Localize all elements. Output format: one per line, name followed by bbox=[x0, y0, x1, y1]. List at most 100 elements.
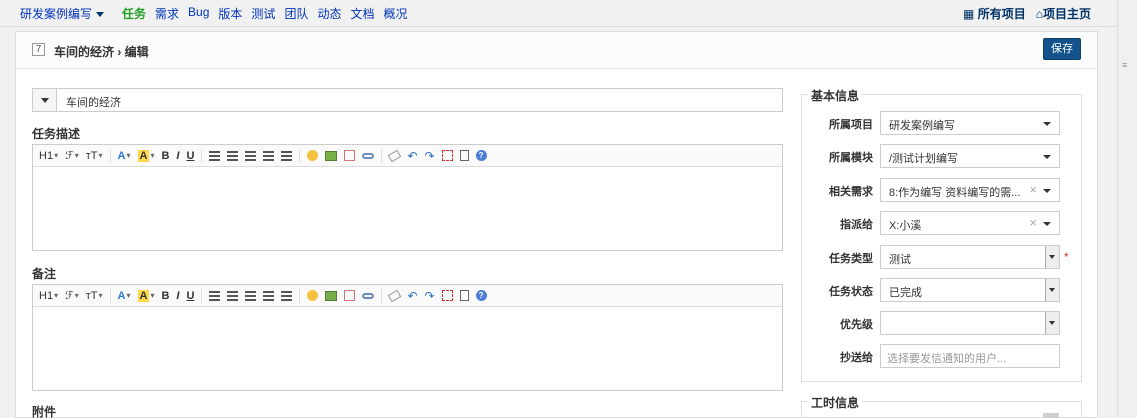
link-button[interactable] bbox=[362, 288, 375, 304]
underline-button[interactable]: U bbox=[186, 148, 194, 164]
font-color-button[interactable]: A ▾ bbox=[118, 288, 131, 304]
unordered-list-button[interactable] bbox=[281, 148, 293, 164]
ordered-list-button[interactable] bbox=[263, 288, 275, 304]
chevron-down-icon: ▾ bbox=[126, 291, 131, 300]
help-button[interactable]: ? bbox=[475, 148, 487, 164]
undo-button[interactable]: ↶ bbox=[407, 148, 417, 164]
assignee-select[interactable]: X:小溪 × bbox=[880, 211, 1060, 235]
redo-button[interactable]: ↷ bbox=[425, 148, 435, 164]
help-button[interactable]: ? bbox=[475, 288, 487, 304]
code-button[interactable] bbox=[344, 148, 356, 164]
nav-item-task[interactable]: 任务 bbox=[122, 5, 146, 22]
underline-button[interactable]: U bbox=[186, 288, 194, 304]
desc-editor[interactable]: H1 ▾ ℱ ▾ тT ▾ A ▾ A ▾ B I U ↶ ↷ ? bbox=[32, 144, 783, 251]
mailto-row: 抄送给 选择要发信通知的用户... bbox=[802, 344, 1083, 368]
scroll-grip-icon[interactable]: ≡ bbox=[1122, 60, 1132, 70]
clear-format-button[interactable] bbox=[388, 288, 402, 304]
align-right-button[interactable] bbox=[245, 148, 257, 164]
horizontal-scroll-thumb[interactable] bbox=[1043, 413, 1059, 418]
chevron-down-icon bbox=[1049, 321, 1055, 325]
align-left-button[interactable] bbox=[209, 148, 221, 164]
align-right-icon bbox=[245, 150, 257, 161]
clear-icon[interactable]: × bbox=[1029, 182, 1037, 197]
nav-item-test[interactable]: 测试 bbox=[251, 5, 275, 22]
clear-format-button[interactable] bbox=[388, 148, 402, 164]
status-select[interactable]: 已完成 bbox=[880, 278, 1060, 302]
nav-item-dynamic[interactable]: 动态 bbox=[317, 5, 341, 22]
align-left-button[interactable] bbox=[209, 288, 221, 304]
link-button[interactable] bbox=[362, 148, 375, 164]
font-color-button[interactable]: A ▾ bbox=[118, 148, 131, 164]
note-editor-body[interactable] bbox=[33, 307, 782, 390]
project-switcher[interactable]: 研发案例编写 bbox=[20, 5, 113, 22]
save-button[interactable]: 保存 bbox=[1043, 38, 1081, 60]
nav-item-doc[interactable]: 文档 bbox=[350, 5, 374, 22]
undo-button[interactable]: ↶ bbox=[407, 288, 417, 304]
select-arrow[interactable] bbox=[1045, 246, 1059, 268]
select-arrow[interactable] bbox=[1045, 312, 1059, 334]
chevron-down-icon bbox=[96, 12, 105, 18]
fullscreen-button[interactable] bbox=[441, 288, 453, 304]
font-family-button[interactable]: ℱ ▾ bbox=[65, 288, 79, 304]
vertical-scrollbar[interactable]: ≡ bbox=[1117, 0, 1137, 418]
font-family-button[interactable]: ℱ ▾ bbox=[65, 148, 79, 164]
font-size-button[interactable]: тT ▾ bbox=[86, 148, 103, 164]
italic-button[interactable]: I bbox=[176, 288, 179, 304]
color-dropdown-button[interactable] bbox=[33, 89, 57, 111]
italic-button[interactable]: I bbox=[176, 148, 179, 164]
template-button[interactable] bbox=[459, 288, 469, 304]
mailto-input[interactable]: 选择要发信通知的用户... bbox=[880, 344, 1060, 368]
nav-item-team[interactable]: 团队 bbox=[284, 5, 308, 22]
fullscreen-icon bbox=[441, 290, 453, 301]
project-home-link[interactable]: ⌂项目主页 bbox=[1036, 5, 1091, 22]
template-button[interactable] bbox=[459, 148, 469, 164]
emoticon-button[interactable] bbox=[307, 288, 319, 304]
fullscreen-button[interactable] bbox=[441, 148, 453, 164]
type-select[interactable]: 测试 bbox=[880, 245, 1060, 269]
type-row: 任务类型 测试 * bbox=[802, 245, 1083, 269]
align-center-button[interactable] bbox=[227, 288, 239, 304]
story-select[interactable]: 8:作为编写 资料编写的需... × bbox=[880, 178, 1060, 202]
nav-item-bug[interactable]: Bug bbox=[188, 5, 209, 22]
toolbar-divider bbox=[381, 288, 383, 303]
task-name-field[interactable]: 车间的经济 bbox=[32, 88, 783, 112]
note-editor[interactable]: H1 ▾ ℱ ▾ тT ▾ A ▾ A ▾ B I U ↶ ↷ ? bbox=[32, 284, 783, 391]
heading-button[interactable]: H1 ▾ bbox=[39, 288, 58, 304]
bold-button[interactable]: B bbox=[161, 148, 169, 164]
image-icon bbox=[325, 150, 338, 161]
image-button[interactable] bbox=[325, 288, 338, 304]
chevron-down-icon: ▾ bbox=[150, 291, 155, 300]
clear-icon[interactable]: × bbox=[1029, 215, 1037, 230]
priority-row: 优先级 bbox=[802, 311, 1083, 335]
assignee-row: 指派给 X:小溪 × bbox=[802, 211, 1083, 235]
heading-button[interactable]: H1 ▾ bbox=[39, 148, 58, 164]
bg-color-button[interactable]: A ▾ bbox=[137, 148, 154, 164]
select-arrow[interactable] bbox=[1045, 279, 1059, 301]
nav-item-build[interactable]: 版本 bbox=[218, 5, 242, 22]
all-projects-link[interactable]: ▦ 所有项目 bbox=[963, 5, 1026, 22]
align-center-button[interactable] bbox=[227, 148, 239, 164]
align-right-button[interactable] bbox=[245, 288, 257, 304]
ordered-list-button[interactable] bbox=[263, 148, 275, 164]
help-icon: ? bbox=[475, 150, 487, 161]
ordered-list-icon bbox=[263, 290, 275, 301]
font-size-button[interactable]: тT ▾ bbox=[86, 288, 103, 304]
note-label: 备注 bbox=[32, 267, 57, 281]
unordered-list-button[interactable] bbox=[281, 288, 293, 304]
redo-button[interactable]: ↷ bbox=[425, 288, 435, 304]
module-select[interactable]: /测试计划编写 bbox=[880, 144, 1060, 168]
desc-editor-body[interactable] bbox=[33, 167, 782, 250]
emoticon-button[interactable] bbox=[307, 148, 319, 164]
bold-button[interactable]: B bbox=[161, 288, 169, 304]
project-select[interactable]: 研发案例编写 bbox=[880, 111, 1060, 135]
module-value: /测试计划编写 bbox=[889, 153, 959, 165]
nav-item-overview[interactable]: 概况 bbox=[383, 5, 407, 22]
bg-color-button[interactable]: A ▾ bbox=[137, 288, 155, 304]
font-family-label: ℱ bbox=[65, 150, 74, 162]
story-value: 8:作为编写 资料编写的需... bbox=[889, 187, 1021, 199]
priority-select[interactable] bbox=[880, 311, 1060, 335]
all-projects-label: 所有项目 bbox=[977, 7, 1026, 21]
code-button[interactable] bbox=[344, 288, 356, 304]
nav-item-story[interactable]: 需求 bbox=[155, 5, 179, 22]
image-button[interactable] bbox=[325, 148, 338, 164]
